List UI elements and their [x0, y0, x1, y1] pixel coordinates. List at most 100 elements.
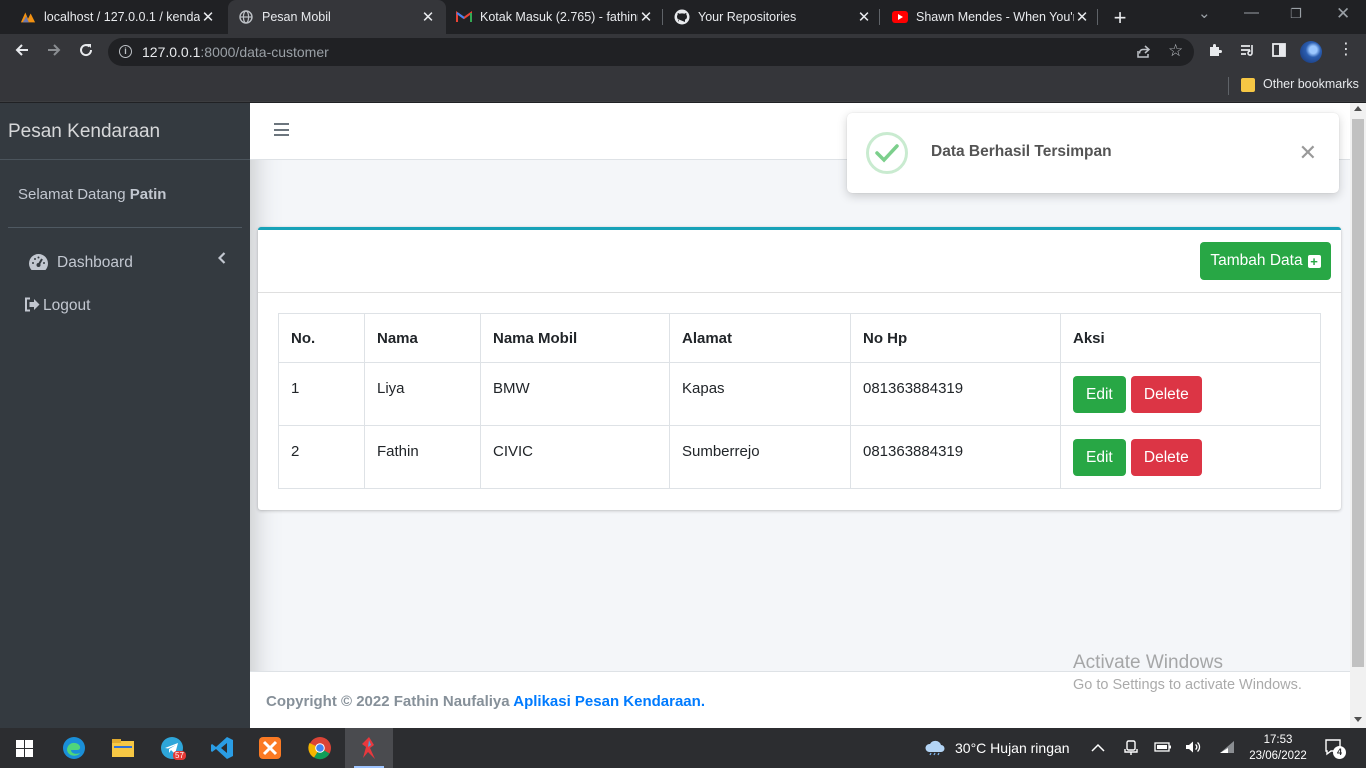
toast-close-button[interactable]: ✕	[1299, 142, 1317, 164]
tab-title: Pesan Mobil	[262, 10, 331, 24]
gmail-icon	[456, 9, 472, 25]
tab-title: Kotak Masuk (2.765) - fathinna	[480, 10, 638, 24]
notification-center-icon[interactable]: 4	[1324, 738, 1346, 761]
tab-title: Your Repositories	[698, 10, 797, 24]
tab-divider	[879, 9, 880, 25]
telegram-icon[interactable]: 57	[148, 728, 196, 768]
chevron-left-icon	[217, 251, 226, 269]
site-info-icon[interactable]: i	[119, 45, 132, 58]
footer-text: Copyright © 2022 Fathin Naufaliya Aplika…	[266, 693, 705, 710]
brand-link[interactable]: Pesan Kendaraan	[0, 103, 250, 160]
tab-github[interactable]: Your Repositories ✕	[670, 0, 876, 34]
back-button[interactable]	[10, 40, 34, 64]
telegram-badge: 57	[173, 751, 186, 760]
scroll-down-arrow-icon[interactable]	[1354, 717, 1362, 722]
tab-title: localhost / 127.0.0.1 / kendaraan	[44, 10, 200, 24]
edit-button[interactable]: Edit	[1073, 439, 1126, 476]
media-control-icon[interactable]	[1239, 42, 1255, 63]
menu-toggle-icon[interactable]	[274, 123, 289, 136]
forward-button[interactable]	[42, 40, 66, 64]
side-panel-icon[interactable]	[1271, 42, 1287, 63]
volume-icon[interactable]	[1185, 740, 1203, 757]
add-data-button[interactable]: Tambah Data +	[1200, 242, 1331, 280]
system-clock[interactable]: 17:53 23/06/2022	[1248, 732, 1308, 764]
scrollbar-thumb[interactable]	[1352, 119, 1364, 667]
sign-out-icon	[24, 297, 41, 317]
chevron-up-icon[interactable]	[1091, 740, 1105, 756]
tab-search-chevron-icon[interactable]: ⌄	[1198, 4, 1211, 22]
weather-cloud-icon[interactable]	[924, 738, 946, 759]
footer-app-link[interactable]: Aplikasi Pesan Kendaraan.	[513, 693, 705, 710]
browser-toolbar: i 127.0.0.1:8000/data-customer ☆ ⋮	[0, 34, 1366, 70]
table-row: 2 Fathin CIVIC Sumberrejo 081363884319 E…	[278, 425, 1321, 489]
close-icon[interactable]: ✕	[1074, 8, 1090, 26]
notification-count: 4	[1333, 746, 1346, 759]
cell-nama: Fathin	[364, 425, 481, 489]
browser-menu-icon[interactable]: ⋮	[1338, 39, 1354, 59]
column-header: Nama	[364, 313, 481, 363]
brand-text: Pesan Kendaraan	[8, 121, 161, 142]
add-data-label: Tambah Data	[1210, 252, 1303, 269]
copyright-text: Copyright © 2022 Fathin Naufaliya	[266, 693, 510, 710]
network-icon[interactable]	[1218, 740, 1236, 757]
activate-windows-watermark: Activate Windows Go to Settings to activ…	[1073, 652, 1302, 693]
page-viewport: Pesan Kendaraan Selamat Datang Patin Das…	[0, 103, 1366, 728]
globe-icon	[238, 9, 254, 25]
bookmark-star-icon[interactable]: ☆	[1168, 41, 1183, 61]
scroll-up-arrow-icon[interactable]	[1354, 106, 1362, 111]
chrome-icon[interactable]	[296, 728, 344, 768]
tab-divider	[662, 9, 663, 25]
extensions-puzzle-icon[interactable]	[1207, 42, 1223, 63]
restore-button[interactable]: ❐	[1290, 6, 1302, 22]
tab-pesan-mobil[interactable]: Pesan Mobil ✕	[228, 0, 446, 34]
other-bookmarks-link[interactable]: Other bookmarks	[1263, 77, 1359, 91]
cell-no: 2	[278, 425, 365, 489]
file-explorer-icon[interactable]	[99, 728, 147, 768]
tab-youtube[interactable]: Shawn Mendes - When You're Gone ✕	[888, 0, 1094, 34]
cell-aksi: Edit Delete	[1060, 425, 1321, 489]
tab-divider	[1097, 9, 1098, 25]
minimize-button[interactable]: —	[1244, 4, 1259, 21]
cell-nama-mobil: CIVIC	[480, 425, 670, 489]
close-icon[interactable]: ✕	[200, 8, 216, 26]
battery-icon[interactable]	[1154, 740, 1172, 756]
plus-square-icon: +	[1307, 254, 1321, 268]
username: Patin	[129, 186, 167, 203]
reload-button[interactable]	[74, 40, 98, 64]
cell-aksi: Edit Delete	[1060, 362, 1321, 426]
delete-button[interactable]: Delete	[1130, 376, 1202, 413]
sidebar-item-dashboard[interactable]: Dashboard	[8, 243, 242, 283]
sidebar-item-logout[interactable]: Logout	[8, 286, 242, 326]
folder-icon	[1241, 78, 1255, 92]
window-close-button[interactable]: ✕	[1336, 4, 1350, 24]
delete-button[interactable]: Delete	[1130, 439, 1202, 476]
close-icon[interactable]: ✕	[420, 8, 436, 26]
address-bar[interactable]: i 127.0.0.1:8000/data-customer ☆	[108, 38, 1194, 66]
column-header: No Hp	[850, 313, 1061, 363]
vscode-icon[interactable]	[198, 728, 246, 768]
success-check-icon	[866, 132, 908, 174]
weather-text[interactable]: 30°C Hujan ringan	[955, 740, 1070, 756]
share-icon[interactable]	[1136, 43, 1152, 64]
profile-avatar[interactable]	[1300, 41, 1322, 63]
edge-icon[interactable]	[50, 728, 98, 768]
start-button[interactable]	[0, 728, 48, 768]
tab-title: Shawn Mendes - When You're Gone	[916, 10, 1074, 24]
phpmyadmin-icon	[20, 9, 36, 25]
close-icon[interactable]: ✕	[638, 8, 654, 26]
column-header: Alamat	[669, 313, 851, 363]
tab-phpmyadmin[interactable]: localhost / 127.0.0.1 / kendaraan ✕	[16, 0, 220, 34]
windows-taskbar: 57 30°C Hujan ringan 17:53 23/06/2022 4	[0, 728, 1366, 768]
page-scrollbar[interactable]	[1350, 103, 1366, 728]
column-header: No.	[278, 313, 365, 363]
tab-gmail[interactable]: Kotak Masuk (2.765) - fathinna ✕	[452, 0, 658, 34]
cell-alamat: Sumberrejo	[669, 425, 851, 489]
meet-now-icon[interactable]	[1124, 740, 1138, 759]
youtube-icon	[892, 9, 908, 25]
xampp-icon[interactable]	[246, 728, 294, 768]
table-row: 1 Liya BMW Kapas 081363884319 Edit Delet…	[278, 362, 1321, 426]
new-tab-button[interactable]: +	[1108, 5, 1132, 31]
edit-button[interactable]: Edit	[1073, 376, 1126, 413]
close-icon[interactable]: ✕	[856, 8, 872, 26]
laragon-app-icon[interactable]	[345, 728, 393, 768]
